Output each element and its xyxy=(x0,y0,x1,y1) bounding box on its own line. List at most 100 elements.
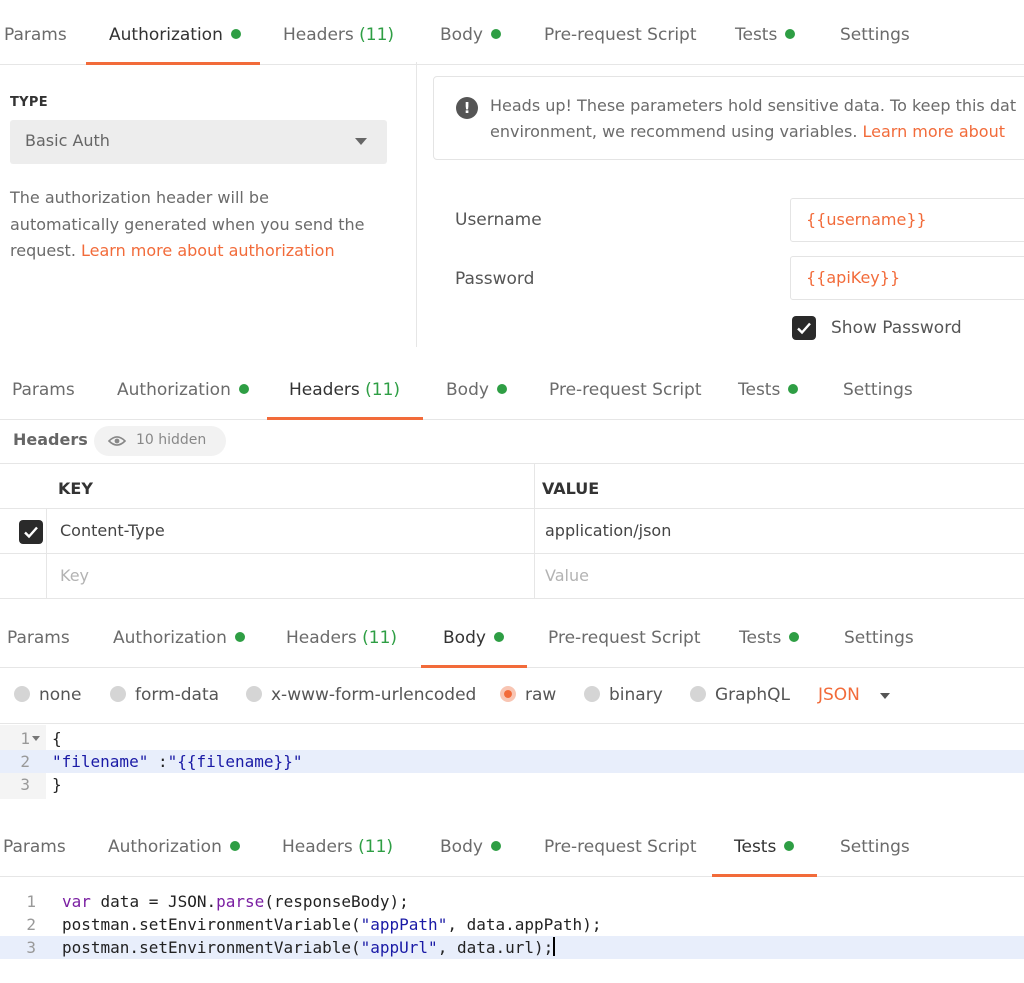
tab-label: Tests xyxy=(738,380,781,400)
status-dot-icon xyxy=(230,29,241,39)
tab-tests[interactable]: Tests xyxy=(735,5,796,65)
radio-none[interactable]: none xyxy=(14,685,81,705)
value-input[interactable]: Value xyxy=(545,566,589,585)
auth-type-select[interactable]: Basic Auth xyxy=(10,120,387,164)
auth-type-label: TYPE xyxy=(10,95,48,110)
radio-label: GraphQL xyxy=(715,685,790,705)
username-field[interactable]: {{username}} xyxy=(790,198,1024,242)
tab-body[interactable]: Body xyxy=(440,5,501,65)
radio-graphql[interactable]: GraphQL xyxy=(690,685,790,705)
status-dot-icon xyxy=(490,841,501,851)
code-line: 3 postman.setEnvironmentVariable("appUrl… xyxy=(0,936,1024,959)
learn-more-variables-link[interactable]: Learn more about xyxy=(863,122,1006,141)
tab-authorization[interactable]: Authorization xyxy=(108,817,240,877)
tab-prerequest-script[interactable]: Pre-request Script xyxy=(549,360,702,420)
tab-params[interactable]: Params xyxy=(3,817,66,877)
radio-circle-icon xyxy=(110,686,126,702)
radio-label: none xyxy=(39,685,82,705)
radio-circle-icon xyxy=(690,686,706,702)
table-row-empty: Key Value xyxy=(0,554,1024,599)
code-segment: (responseBody); xyxy=(264,892,409,911)
tab-label: Pre-request Script xyxy=(544,25,697,45)
fold-arrow-icon[interactable] xyxy=(32,736,40,741)
request-tabs: Params Authorization Headers (11) Body P… xyxy=(0,360,1024,420)
radio-x-www-form-urlencoded[interactable]: x-www-form-urlencoded xyxy=(246,685,476,705)
tab-body[interactable]: Body xyxy=(421,608,527,668)
tab-body[interactable]: Body xyxy=(446,360,507,420)
tab-label: Headers xyxy=(289,380,360,400)
tab-label: Authorization xyxy=(117,380,231,400)
header-key-cell[interactable]: Content-Type xyxy=(60,521,165,540)
key-column-header: KEY xyxy=(58,479,93,498)
caret-down-icon[interactable] xyxy=(880,693,890,699)
tab-headers[interactable]: Headers (11) xyxy=(283,5,394,65)
status-dot-icon xyxy=(784,841,795,851)
radio-raw[interactable]: raw xyxy=(500,685,556,705)
tab-body[interactable]: Body xyxy=(440,817,501,877)
header-value-cell[interactable]: application/json xyxy=(545,521,671,540)
tab-params[interactable]: Params xyxy=(7,608,70,668)
headers-count: (11) xyxy=(359,25,395,45)
header-row-checkbox[interactable] xyxy=(19,520,43,544)
tab-label: Body xyxy=(440,25,483,45)
eye-icon xyxy=(108,436,126,446)
status-dot-icon xyxy=(229,841,240,851)
tab-label: Params xyxy=(12,380,75,400)
status-dot-icon xyxy=(234,632,245,642)
key-input[interactable]: Key xyxy=(60,566,89,585)
tab-headers[interactable]: Headers (11) xyxy=(282,817,393,877)
active-tab-underline xyxy=(86,62,260,65)
body-type-selector: none form-data x-www-form-urlencoded raw… xyxy=(0,666,1024,724)
radio-label: x-www-form-urlencoded xyxy=(271,685,477,705)
tab-params[interactable]: Params xyxy=(4,5,67,65)
tab-authorization[interactable]: Authorization xyxy=(117,360,249,420)
tab-settings[interactable]: Settings xyxy=(840,5,910,65)
line-number: 3 xyxy=(26,938,36,957)
tab-tests[interactable]: Tests xyxy=(712,817,817,877)
learn-more-authorization-link[interactable]: Learn more about authorization xyxy=(81,241,335,260)
string-literal: "appPath" xyxy=(360,915,448,934)
code-text: } xyxy=(52,775,62,794)
radio-binary[interactable]: binary xyxy=(584,685,663,705)
keyword: var xyxy=(62,892,91,911)
tab-label: Headers xyxy=(282,837,353,857)
column-divider xyxy=(46,509,47,553)
string-literal: "appUrl" xyxy=(360,938,438,957)
format-select[interactable]: JSON xyxy=(818,685,860,705)
sensitive-data-notice: ! Heads up! These parameters hold sensit… xyxy=(433,76,1024,160)
tests-code-editor[interactable]: 1 var data = JSON.parse(responseBody); 2… xyxy=(0,890,1024,983)
tab-tests[interactable]: Tests xyxy=(739,608,800,668)
tab-prerequest-script[interactable]: Pre-request Script xyxy=(548,608,701,668)
show-password-checkbox[interactable] xyxy=(792,316,816,340)
tab-headers[interactable]: Headers (11) xyxy=(286,608,397,668)
body-code-editor[interactable]: 1 { 2 "filename" :"{{filename}}" 3 } xyxy=(0,725,1024,810)
active-tab-underline xyxy=(712,874,817,877)
line-number: 2 xyxy=(26,915,36,934)
hidden-headers-toggle[interactable]: 10 hidden xyxy=(94,426,226,456)
tab-params[interactable]: Params xyxy=(12,360,75,420)
tab-authorization[interactable]: Authorization xyxy=(86,5,260,65)
tab-headers[interactable]: Headers (11) xyxy=(267,360,423,420)
password-label: Password xyxy=(455,269,535,289)
headers-title: Headers xyxy=(13,430,88,449)
radio-circle-icon xyxy=(584,686,600,702)
code-line: 3 } xyxy=(0,773,1024,796)
tab-tests[interactable]: Tests xyxy=(738,360,799,420)
radio-form-data[interactable]: form-data xyxy=(110,685,219,705)
description-text: request. xyxy=(10,241,81,260)
code-segment: postman.setEnvironmentVariable( xyxy=(62,938,361,957)
json-value: "{{filename}}" xyxy=(167,752,303,771)
tab-label: Tests xyxy=(734,837,777,857)
line-number: 1 xyxy=(26,892,36,911)
tab-prerequest-script[interactable]: Pre-request Script xyxy=(544,5,697,65)
password-field[interactable]: {{apiKey}} xyxy=(790,256,1024,300)
tab-settings[interactable]: Settings xyxy=(840,817,910,877)
tab-authorization[interactable]: Authorization xyxy=(113,608,245,668)
tab-prerequest-script[interactable]: Pre-request Script xyxy=(544,817,697,877)
password-value: {{apiKey}} xyxy=(806,268,901,287)
tab-settings[interactable]: Settings xyxy=(843,360,913,420)
tab-label: Body xyxy=(443,628,486,648)
column-divider xyxy=(534,509,535,553)
tab-settings[interactable]: Settings xyxy=(844,608,914,668)
radio-label: raw xyxy=(525,685,557,705)
